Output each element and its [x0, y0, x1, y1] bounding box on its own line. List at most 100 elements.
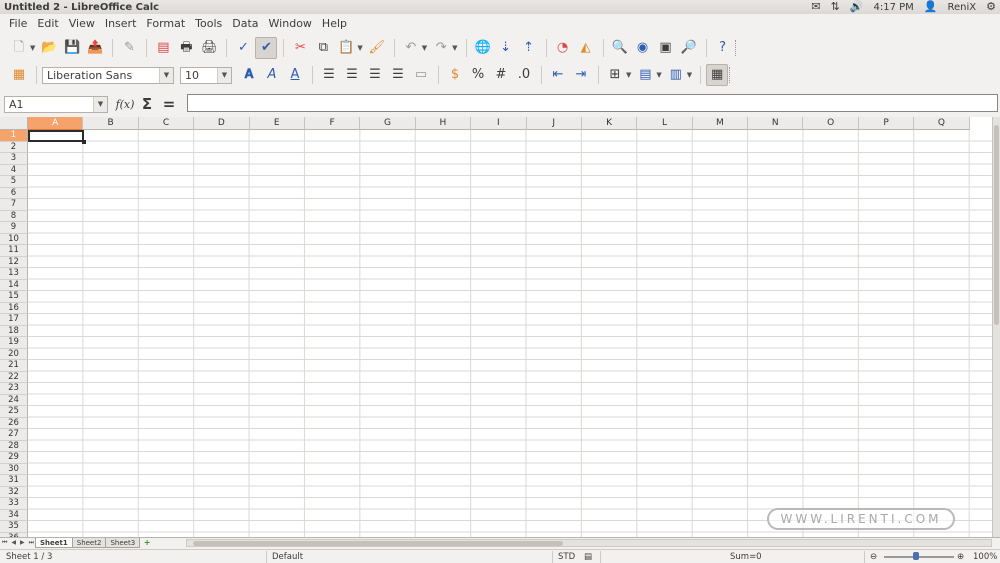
selection-mode[interactable]: STD — [558, 551, 575, 563]
spellcheck-icon[interactable]: ✓ — [232, 37, 254, 59]
styles-icon[interactable]: ▦ — [8, 64, 30, 86]
menu-insert[interactable]: Insert — [100, 14, 142, 33]
name-box[interactable]: A1 ▼ — [4, 95, 108, 113]
redo-icon[interactable]: ↷ — [430, 37, 452, 59]
column-header-j[interactable]: J — [526, 117, 582, 130]
column-header-k[interactable]: K — [581, 117, 638, 130]
horizontal-scrollbar[interactable] — [186, 539, 992, 547]
clock[interactable]: 4:17 PM — [874, 2, 914, 13]
align-center-icon[interactable]: ☰ — [341, 64, 363, 86]
paste-icon[interactable]: 📋 — [335, 37, 357, 59]
open-folder-icon[interactable]: 📂 — [38, 37, 60, 59]
row-header-20[interactable]: 20 — [0, 348, 28, 360]
column-header-f[interactable]: F — [304, 117, 361, 130]
last-sheet-icon[interactable]: ⏭ — [29, 539, 34, 547]
increase-indent-icon[interactable]: ⇥ — [570, 64, 592, 86]
clone-formatting-icon[interactable]: 🖌 — [366, 37, 388, 59]
export-icon[interactable]: 📤 — [84, 37, 106, 59]
chevron-down-icon[interactable]: ▼ — [93, 96, 107, 112]
standard-format-icon[interactable]: # — [490, 64, 512, 86]
row-header-18[interactable]: 18 — [0, 325, 28, 337]
sheet-tab-2[interactable]: Sheet2 — [71, 538, 107, 548]
currency-icon[interactable]: $ — [444, 64, 466, 86]
row-header-35[interactable]: 35 — [0, 521, 28, 533]
column-header-d[interactable]: D — [194, 117, 250, 130]
hyperlink-icon[interactable]: 🌐 — [472, 37, 494, 59]
menu-help[interactable]: Help — [317, 14, 352, 33]
zoom-icon[interactable]: 🔎 — [678, 37, 700, 59]
menu-edit[interactable]: Edit — [32, 14, 63, 33]
row-header-7[interactable]: 7 — [0, 199, 28, 211]
gear-icon[interactable]: ⚙ — [986, 0, 996, 14]
column-header-i[interactable]: I — [471, 117, 527, 130]
add-sheet-icon[interactable]: + — [140, 538, 154, 548]
zoom-level[interactable]: 100% — [973, 551, 997, 563]
column-header-p[interactable]: P — [858, 117, 915, 130]
row-header-24[interactable]: 24 — [0, 394, 28, 406]
paste-dropdown-icon[interactable]: ▼ — [357, 44, 362, 52]
column-header-a[interactable]: A — [28, 117, 84, 130]
row-header-4[interactable]: 4 — [0, 164, 28, 176]
background-color-icon[interactable]: ▤ — [634, 64, 656, 86]
sort-descending-icon[interactable]: ⇡ — [518, 37, 540, 59]
row-header-30[interactable]: 30 — [0, 463, 28, 475]
column-header-c[interactable]: C — [138, 117, 195, 130]
toggle-grid-icon[interactable]: ▦ — [706, 64, 729, 86]
column-header-l[interactable]: L — [637, 117, 693, 130]
menu-view[interactable]: View — [64, 14, 100, 33]
font-name-box[interactable]: Liberation Sans ▼ — [42, 66, 174, 84]
add-decimal-icon[interactable]: .0 — [513, 64, 535, 86]
row-header-22[interactable]: 22 — [0, 371, 28, 383]
row-header-31[interactable]: 31 — [0, 475, 28, 487]
new-dropdown-icon[interactable]: ▼ — [30, 44, 35, 52]
row-header-15[interactable]: 15 — [0, 291, 28, 303]
column-header-m[interactable]: M — [692, 117, 749, 130]
sort-ascending-icon[interactable]: ⇣ — [495, 37, 517, 59]
mail-icon[interactable]: ✉ — [811, 0, 820, 14]
draw-functions-icon[interactable]: ◭ — [575, 37, 597, 59]
font-color-dropdown-icon[interactable]: ▼ — [687, 71, 692, 79]
row-header-11[interactable]: 11 — [0, 245, 28, 257]
cut-icon[interactable]: ✂ — [289, 37, 311, 59]
page-style[interactable]: Default — [272, 551, 303, 563]
underline-icon[interactable]: A — [284, 64, 306, 86]
insert-chart-icon[interactable]: ◔ — [552, 37, 574, 59]
row-header-14[interactable]: 14 — [0, 279, 28, 291]
redo-dropdown-icon[interactable]: ▼ — [452, 44, 457, 52]
row-header-23[interactable]: 23 — [0, 383, 28, 395]
decrease-indent-icon[interactable]: ⇤ — [547, 64, 569, 86]
fill-handle[interactable] — [82, 140, 86, 144]
next-sheet-icon[interactable]: ▶ — [20, 539, 25, 547]
chevron-down-icon[interactable]: ▼ — [159, 67, 173, 83]
justify-icon[interactable]: ☰ — [387, 64, 409, 86]
row-header-26[interactable]: 26 — [0, 417, 28, 429]
row-header-6[interactable]: 6 — [0, 187, 28, 199]
column-header-n[interactable]: N — [748, 117, 804, 130]
chevron-down-icon[interactable]: ▼ — [217, 67, 231, 83]
print-preview-icon[interactable]: 🖨 — [198, 37, 220, 59]
row-header-29[interactable]: 29 — [0, 452, 28, 464]
horizontal-scroll-thumb[interactable] — [193, 541, 563, 546]
font-size-box[interactable]: 10 ▼ — [180, 66, 232, 84]
undo-dropdown-icon[interactable]: ▼ — [422, 44, 427, 52]
background-dropdown-icon[interactable]: ▼ — [656, 71, 661, 79]
user-name[interactable]: ReniX — [948, 2, 977, 13]
row-header-16[interactable]: 16 — [0, 302, 28, 314]
function-icon[interactable]: = — [158, 95, 180, 113]
row-header-19[interactable]: 19 — [0, 337, 28, 349]
row-header-32[interactable]: 32 — [0, 486, 28, 498]
vertical-scroll-thumb[interactable] — [994, 125, 999, 325]
network-icon[interactable]: ⇅ — [831, 0, 840, 14]
row-header-10[interactable]: 10 — [0, 233, 28, 245]
menu-window[interactable]: Window — [264, 14, 317, 33]
row-header-8[interactable]: 8 — [0, 210, 28, 222]
row-header-1[interactable]: 1 — [0, 130, 28, 142]
zoom-slider[interactable] — [884, 556, 954, 558]
borders-icon[interactable]: ⊞ — [604, 64, 626, 86]
row-header-13[interactable]: 13 — [0, 268, 28, 280]
zoom-in-icon[interactable]: ⊕ — [957, 551, 964, 563]
column-header-e[interactable]: E — [249, 117, 305, 130]
sheet-tab-1[interactable]: Sheet1 — [35, 538, 73, 548]
row-header-9[interactable]: 9 — [0, 222, 28, 234]
row-header-12[interactable]: 12 — [0, 256, 28, 268]
